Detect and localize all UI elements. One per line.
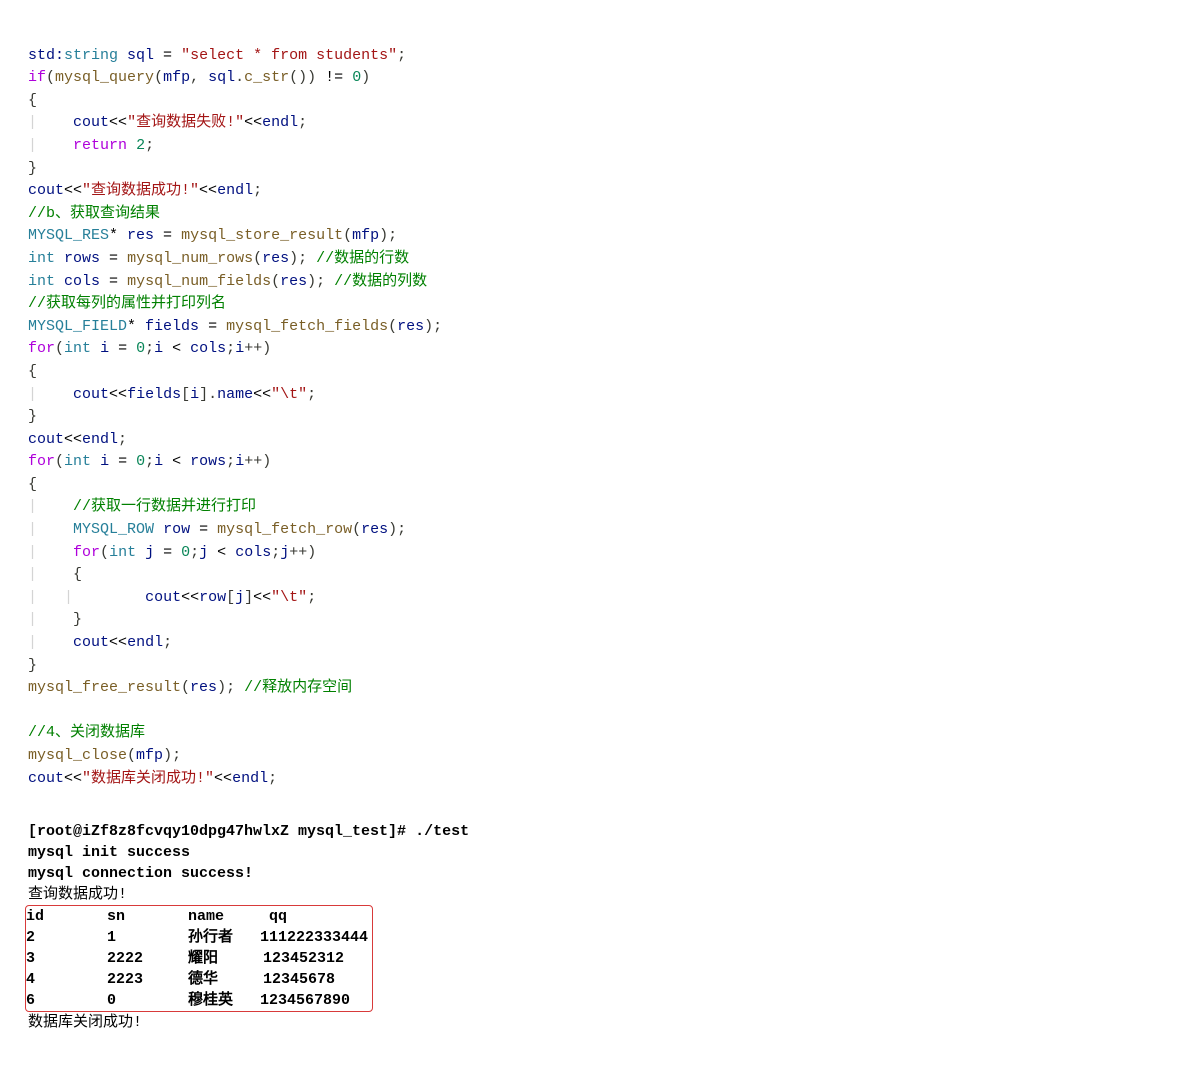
table-row: 2 1 孙行者 111222333444 bbox=[26, 929, 368, 946]
terminal-line: mysql connection success! bbox=[28, 865, 253, 882]
table-row: 4 2223 德华 12345678 bbox=[26, 971, 335, 988]
terminal-prompt: [root@iZf8z8fcvqy10dpg47hwlxZ mysql_test… bbox=[28, 823, 469, 840]
terminal-line: 查询数据成功! bbox=[28, 886, 127, 903]
terminal-output: [root@iZf8z8fcvqy10dpg47hwlxZ mysql_test… bbox=[28, 800, 1173, 1033]
table-header: id sn name qq bbox=[26, 908, 287, 925]
table-row: 3 2222 耀阳 123452312 bbox=[26, 950, 344, 967]
terminal-line: mysql init success bbox=[28, 844, 190, 861]
result-table: id sn name qq 2 1 孙行者 111222333444 3 222… bbox=[25, 905, 373, 1012]
code-block: std:string sql = "select * from students… bbox=[28, 22, 1173, 790]
table-row: 6 0 穆桂英 1234567890 bbox=[26, 992, 350, 1009]
terminal-line: 数据库关闭成功! bbox=[28, 1014, 142, 1031]
